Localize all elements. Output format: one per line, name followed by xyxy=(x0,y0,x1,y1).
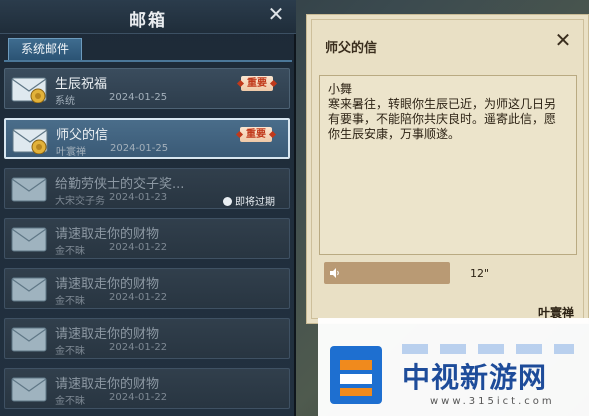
letter-text: 寒来暑往，转眼你生辰已近，为师这几日另有要事，不能陪你共庆良时。遥寄此信，愿你生… xyxy=(328,97,557,141)
mail-item[interactable]: 师父的信叶寰禅 2024-01-25 重要 xyxy=(4,118,290,159)
watermark-url: www.315ict.com xyxy=(430,396,555,407)
mail-date: 2024-01-25 xyxy=(110,143,169,154)
letter-title: 师父的信 xyxy=(325,41,378,56)
expire-notice: 即将过期 xyxy=(223,193,275,208)
mail-date: 2024-01-23 xyxy=(109,192,168,203)
site-watermark: 中视新游网 www.315ict.com xyxy=(318,318,589,416)
mail-date: 2024-01-22 xyxy=(109,392,168,403)
mail-subject: 生辰祝福 xyxy=(55,77,108,92)
game-screen: 邮箱 ✕ 系统邮件 生辰祝福 系统 2024-01-25 重要 师父的信 叶寰禅 2024-… xyxy=(0,0,589,416)
mailbox-title: 邮箱 xyxy=(129,11,167,31)
letter-close-icon[interactable]: ✕ xyxy=(554,30,572,50)
mail-item[interactable]: 请速取走你的财物金不昧 2024-01-22 xyxy=(4,318,290,359)
tab-system-mail[interactable]: 系统邮件 xyxy=(8,38,82,60)
clock-icon xyxy=(223,197,232,206)
mail-subject: 请速取走你的财物 xyxy=(55,327,160,342)
mail-item[interactable]: 请速取走你的财物金不昧 2024-01-22 xyxy=(4,368,290,409)
watermark-brand: 中视新游网 xyxy=(402,361,548,394)
mail-list: 生辰祝福 系统 2024-01-25 重要 师父的信 叶寰禅 2024-01-25 重要 给勤劳… xyxy=(4,68,290,416)
mailbox-panel: 邮箱 ✕ 系统邮件 生辰祝福 系统 2024-01-25 重要 师父的信 叶寰禅 2024-… xyxy=(0,0,296,416)
envelope-icon xyxy=(11,77,47,103)
mail-subject: 师父的信 xyxy=(56,128,109,143)
envelope-icon xyxy=(11,327,47,352)
mail-item[interactable]: 请速取走你的财物金不昧 2024-01-22 xyxy=(4,268,290,309)
important-badge: 重要 xyxy=(241,76,273,91)
mail-date: 2024-01-22 xyxy=(109,292,168,303)
watermark-stripe xyxy=(402,344,574,354)
letter-body: 小舞 寒来暑往，转眼你生辰已近，为师这几日另有要事，不能陪你共庆良时。遥寄此信，… xyxy=(319,75,577,255)
mail-sender: 金不昧 xyxy=(55,296,85,307)
important-badge: 重要 xyxy=(240,127,272,142)
mail-date: 2024-01-22 xyxy=(109,242,168,253)
mail-date: 2024-01-25 xyxy=(109,92,168,103)
mail-subject: 请速取走你的财物 xyxy=(55,227,160,242)
mail-item[interactable]: 请速取走你的财物金不昧 2024-01-22 xyxy=(4,218,290,259)
letter-panel: 师父的信 ✕ 小舞 寒来暑往，转眼你生辰已近，为师这几日另有要事，不能陪你共庆良… xyxy=(306,14,589,324)
speaker-icon xyxy=(330,268,339,278)
envelope-icon xyxy=(11,177,47,202)
watermark-logo-icon xyxy=(330,346,382,404)
mail-item[interactable]: 生辰祝福系统 2024-01-25 重要 xyxy=(4,68,290,109)
expire-label: 即将过期 xyxy=(235,197,275,208)
mail-sender: 金不昧 xyxy=(55,346,85,357)
mail-subject: 给勤劳侠士的交子奖... xyxy=(55,177,185,192)
voice-duration: 12" xyxy=(470,267,490,280)
mailbox-header: 邮箱 ✕ xyxy=(0,0,296,34)
mail-sender: 叶寰禅 xyxy=(56,147,86,158)
mail-subject: 请速取走你的财物 xyxy=(55,277,160,292)
envelope-icon xyxy=(11,377,47,402)
envelope-icon xyxy=(11,277,47,302)
voice-message-button[interactable] xyxy=(324,262,450,284)
envelope-icon xyxy=(12,128,48,154)
mail-item[interactable]: 给勤劳侠士的交子奖... 大宋交子务 2024-01-23 即将过期 xyxy=(4,168,290,209)
mail-sender: 系统 xyxy=(55,96,75,107)
mail-sender: 金不昧 xyxy=(55,396,85,407)
mail-date: 2024-01-22 xyxy=(109,342,168,353)
letter-salutation: 小舞 xyxy=(328,82,353,96)
mail-sender: 金不昧 xyxy=(55,246,85,257)
mail-sender: 大宋交子务 xyxy=(55,196,105,207)
tab-divider xyxy=(4,60,292,62)
envelope-icon xyxy=(11,227,47,252)
mail-subject: 请速取走你的财物 xyxy=(55,377,160,392)
mailbox-close-icon[interactable]: ✕ xyxy=(266,4,286,24)
